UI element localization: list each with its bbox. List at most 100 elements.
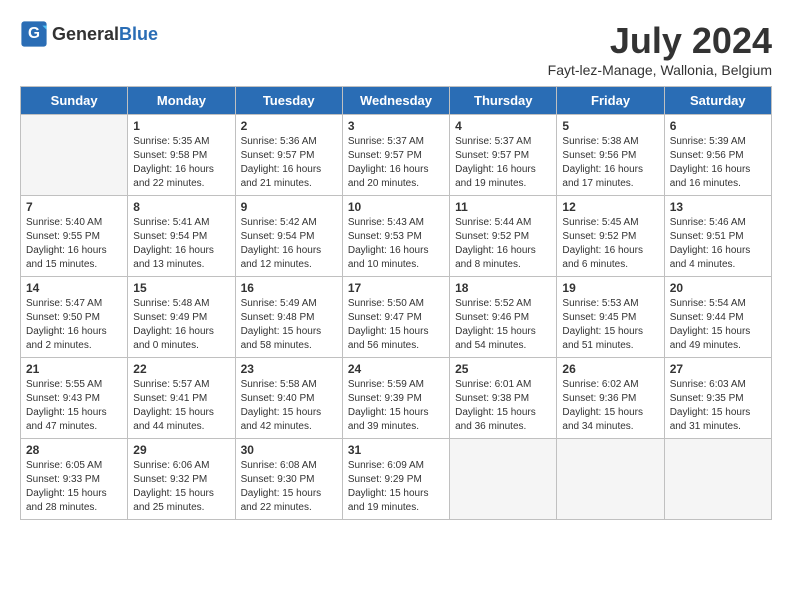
day-number: 20 [670, 281, 766, 295]
day-number: 26 [562, 362, 658, 376]
day-number: 27 [670, 362, 766, 376]
calendar-week-4: 21Sunrise: 5:55 AM Sunset: 9:43 PM Dayli… [21, 358, 772, 439]
calendar-week-2: 7 Sunrise: 5:40 AM Sunset: 9:55 PM Daylig… [21, 196, 772, 277]
calendar-cell: 16 Sunrise: 5:49 AM Sunset: 9:48 PM Dayli… [235, 277, 342, 358]
day-info: Sunrise: 5:55 AM Sunset: 9:43 PM Dayligh… [26, 378, 122, 434]
day-info: Sunrise: 6:06 AM Sunset: 9:32 PM Dayligh… [133, 459, 229, 515]
day-number: 7 [26, 200, 122, 214]
calendar-cell: 12 Sunrise: 5:45 AM Sunset: 9:52 PM Dayli… [557, 196, 664, 277]
calendar-cell: 25 Sunrise: 6:01 AM Sunset: 9:38 PM Dayli… [450, 358, 557, 439]
day-info: Sunrise: 5:44 AM Sunset: 9:52 PM Dayligh… [455, 216, 551, 272]
calendar-cell: 31 Sunrise: 6:09 AM Sunset: 9:29 PM Dayli… [342, 439, 449, 520]
calendar-cell: 22 Sunrise: 5:57 AM Sunset: 9:41 PM Dayli… [128, 358, 235, 439]
day-info: Sunrise: 5:42 AM Sunset: 9:54 PM Dayligh… [241, 216, 337, 272]
day-number: 11 [455, 200, 551, 214]
calendar-cell: 10Sunrise: 5:43 AM Sunset: 9:53 PM Dayli… [342, 196, 449, 277]
calendar-cell [664, 439, 771, 520]
calendar-cell: 24Sunrise: 5:59 AM Sunset: 9:39 PM Dayli… [342, 358, 449, 439]
header-day-monday: Monday [128, 87, 235, 115]
day-number: 2 [241, 119, 337, 133]
day-number: 6 [670, 119, 766, 133]
day-info: Sunrise: 6:05 AM Sunset: 9:33 PM Dayligh… [26, 459, 122, 515]
day-info: Sunrise: 6:09 AM Sunset: 9:29 PM Dayligh… [348, 459, 444, 515]
calendar-cell: 23 Sunrise: 5:58 AM Sunset: 9:40 PM Dayli… [235, 358, 342, 439]
calendar-cell: 5Sunrise: 5:38 AM Sunset: 9:56 PM Daylig… [557, 115, 664, 196]
svg-text:G: G [28, 25, 40, 42]
header-row: SundayMondayTuesdayWednesdayThursdayFrid… [21, 87, 772, 115]
calendar-cell [557, 439, 664, 520]
day-info: Sunrise: 6:08 AM Sunset: 9:30 PM Dayligh… [241, 459, 337, 515]
day-number: 25 [455, 362, 551, 376]
header-day-sunday: Sunday [21, 87, 128, 115]
calendar-cell: 21Sunrise: 5:55 AM Sunset: 9:43 PM Dayli… [21, 358, 128, 439]
day-info: Sunrise: 5:53 AM Sunset: 9:45 PM Dayligh… [562, 297, 658, 353]
calendar-cell: 2 Sunrise: 5:36 AM Sunset: 9:57 PM Daylig… [235, 115, 342, 196]
day-number: 12 [562, 200, 658, 214]
day-number: 5 [562, 119, 658, 133]
day-info: Sunrise: 5:37 AM Sunset: 9:57 PM Dayligh… [348, 135, 444, 191]
day-info: Sunrise: 5:47 AM Sunset: 9:50 PM Dayligh… [26, 297, 122, 353]
calendar-cell: 9Sunrise: 5:42 AM Sunset: 9:54 PM Daylig… [235, 196, 342, 277]
calendar-cell: 14 Sunrise: 5:47 AM Sunset: 9:50 PM Dayli… [21, 277, 128, 358]
calendar-table: SundayMondayTuesdayWednesdayThursdayFrid… [20, 86, 772, 520]
calendar-cell: 3Sunrise: 5:37 AM Sunset: 9:57 PM Daylig… [342, 115, 449, 196]
calendar-cell: 11 Sunrise: 5:44 AM Sunset: 9:52 PM Dayli… [450, 196, 557, 277]
day-info: Sunrise: 5:58 AM Sunset: 9:40 PM Dayligh… [241, 378, 337, 434]
day-number: 13 [670, 200, 766, 214]
day-number: 23 [241, 362, 337, 376]
calendar-cell [21, 115, 128, 196]
calendar-week-3: 14 Sunrise: 5:47 AM Sunset: 9:50 PM Dayli… [21, 277, 772, 358]
calendar-cell [450, 439, 557, 520]
calendar-cell: 6 Sunrise: 5:39 AM Sunset: 9:56 PM Daylig… [664, 115, 771, 196]
calendar-cell: 1Sunrise: 5:35 AM Sunset: 9:58 PM Daylig… [128, 115, 235, 196]
title-block: July 2024 Fayt-lez-Manage, Wallonia, Bel… [548, 20, 772, 78]
header-day-wednesday: Wednesday [342, 87, 449, 115]
day-number: 22 [133, 362, 229, 376]
calendar-cell: 28Sunrise: 6:05 AM Sunset: 9:33 PM Dayli… [21, 439, 128, 520]
calendar-cell: 30 Sunrise: 6:08 AM Sunset: 9:30 PM Dayli… [235, 439, 342, 520]
day-number: 16 [241, 281, 337, 295]
day-number: 14 [26, 281, 122, 295]
day-number: 24 [348, 362, 444, 376]
logo-text-blue: Blue [119, 24, 158, 44]
day-number: 30 [241, 443, 337, 457]
day-info: Sunrise: 5:46 AM Sunset: 9:51 PM Dayligh… [670, 216, 766, 272]
calendar-cell: 15Sunrise: 5:48 AM Sunset: 9:49 PM Dayli… [128, 277, 235, 358]
day-info: Sunrise: 6:02 AM Sunset: 9:36 PM Dayligh… [562, 378, 658, 434]
day-number: 31 [348, 443, 444, 457]
calendar-week-5: 28Sunrise: 6:05 AM Sunset: 9:33 PM Dayli… [21, 439, 772, 520]
day-info: Sunrise: 5:52 AM Sunset: 9:46 PM Dayligh… [455, 297, 551, 353]
header-day-thursday: Thursday [450, 87, 557, 115]
calendar-cell: 19 Sunrise: 5:53 AM Sunset: 9:45 PM Dayli… [557, 277, 664, 358]
day-number: 19 [562, 281, 658, 295]
day-info: Sunrise: 5:45 AM Sunset: 9:52 PM Dayligh… [562, 216, 658, 272]
day-info: Sunrise: 5:39 AM Sunset: 9:56 PM Dayligh… [670, 135, 766, 191]
calendar-cell: 13 Sunrise: 5:46 AM Sunset: 9:51 PM Dayli… [664, 196, 771, 277]
day-number: 18 [455, 281, 551, 295]
calendar-cell: 26 Sunrise: 6:02 AM Sunset: 9:36 PM Dayli… [557, 358, 664, 439]
logo: G GeneralBlue [20, 20, 158, 48]
day-info: Sunrise: 5:36 AM Sunset: 9:57 PM Dayligh… [241, 135, 337, 191]
calendar-cell: 17Sunrise: 5:50 AM Sunset: 9:47 PM Dayli… [342, 277, 449, 358]
day-number: 8 [133, 200, 229, 214]
day-number: 4 [455, 119, 551, 133]
calendar-cell: 8 Sunrise: 5:41 AM Sunset: 9:54 PM Daylig… [128, 196, 235, 277]
calendar-body: 1Sunrise: 5:35 AM Sunset: 9:58 PM Daylig… [21, 115, 772, 520]
day-info: Sunrise: 5:54 AM Sunset: 9:44 PM Dayligh… [670, 297, 766, 353]
calendar-subtitle: Fayt-lez-Manage, Wallonia, Belgium [548, 62, 772, 78]
day-number: 15 [133, 281, 229, 295]
logo-text-general: General [52, 24, 119, 44]
day-info: Sunrise: 5:37 AM Sunset: 9:57 PM Dayligh… [455, 135, 551, 191]
day-info: Sunrise: 5:57 AM Sunset: 9:41 PM Dayligh… [133, 378, 229, 434]
day-info: Sunrise: 5:35 AM Sunset: 9:58 PM Dayligh… [133, 135, 229, 191]
calendar-cell: 27Sunrise: 6:03 AM Sunset: 9:35 PM Dayli… [664, 358, 771, 439]
calendar-title: July 2024 [548, 20, 772, 62]
day-info: Sunrise: 5:50 AM Sunset: 9:47 PM Dayligh… [348, 297, 444, 353]
day-info: Sunrise: 6:01 AM Sunset: 9:38 PM Dayligh… [455, 378, 551, 434]
day-info: Sunrise: 5:43 AM Sunset: 9:53 PM Dayligh… [348, 216, 444, 272]
day-info: Sunrise: 5:49 AM Sunset: 9:48 PM Dayligh… [241, 297, 337, 353]
calendar-cell: 20 Sunrise: 5:54 AM Sunset: 9:44 PM Dayli… [664, 277, 771, 358]
day-number: 29 [133, 443, 229, 457]
day-info: Sunrise: 5:41 AM Sunset: 9:54 PM Dayligh… [133, 216, 229, 272]
day-info: Sunrise: 5:40 AM Sunset: 9:55 PM Dayligh… [26, 216, 122, 272]
